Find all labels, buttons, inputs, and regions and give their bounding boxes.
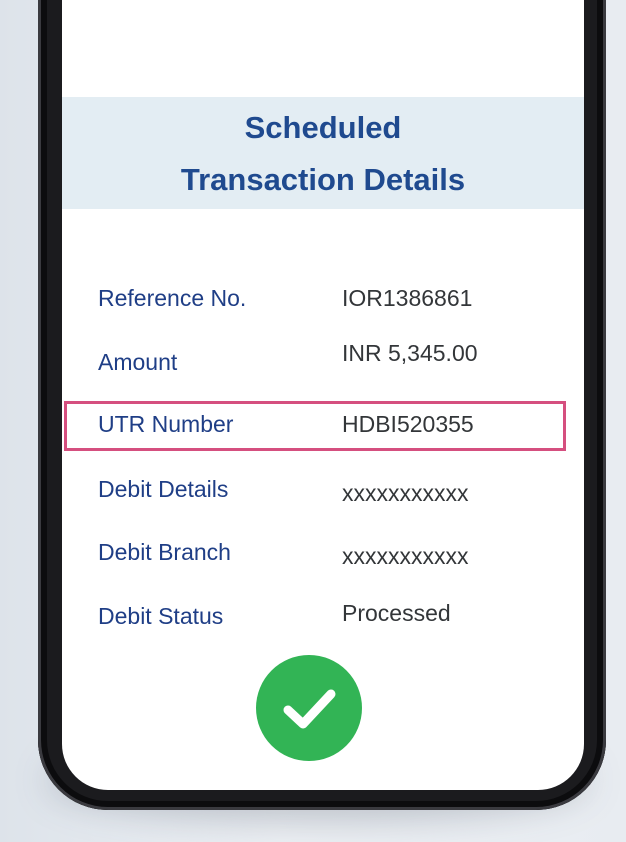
checkmark-circle-icon: [256, 655, 362, 761]
reference-value: IOR1386861: [342, 285, 473, 311]
amount-value: INR 5,345.00: [342, 340, 478, 366]
debit-details-value: xxxxxxxxxxx: [342, 480, 469, 506]
phone-screen: Scheduled Transaction Details Reference …: [62, 0, 584, 790]
page-title-line-1: Scheduled: [244, 110, 402, 145]
debit-status-label: Debit Status: [98, 603, 224, 629]
utr-label: UTR Number: [98, 411, 234, 437]
debit-branch-label: Debit Branch: [98, 539, 231, 565]
utr-value: HDBI520355: [342, 411, 474, 437]
debit-details-label: Debit Details: [98, 476, 229, 502]
checkmark-icon: [283, 689, 336, 729]
debit-branch-value: xxxxxxxxxxx: [342, 543, 469, 569]
debit-status-value: Processed: [342, 600, 451, 626]
reference-label: Reference No.: [98, 285, 247, 311]
amount-label: Amount: [98, 349, 178, 375]
page-title-line-2: Transaction Details: [180, 162, 466, 197]
